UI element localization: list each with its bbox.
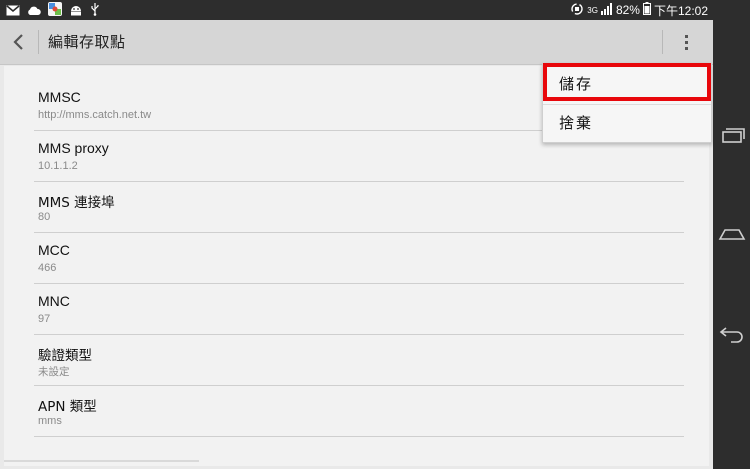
android-icon [69,1,83,20]
field-mms-port[interactable]: MMS 連接埠 80 [34,182,684,233]
recent-apps-icon [717,128,747,154]
field-value: 97 [38,313,51,325]
rotation-lock-icon [570,2,584,19]
action-bar: 編輯存取點 [0,20,713,65]
battery-charging-icon [642,2,651,18]
more-vert-icon [672,35,700,60]
back-arrow-icon [717,327,747,352]
cloud-icon [27,1,41,20]
gmail-icon [6,1,20,20]
field-value: 未設定 [38,366,70,378]
menu-item-discard[interactable]: 捨棄 [543,104,711,141]
field-value: http://mms.catch.net.tw [38,109,152,121]
home-button[interactable] [717,219,747,249]
field-title: MCC [38,242,70,258]
status-bar: 3G 82% 下午12:02 [0,0,750,20]
field-value: 466 [38,262,57,274]
usb-icon [90,1,100,20]
overflow-menu-button[interactable] [672,28,700,56]
signal-icon [600,2,613,18]
back-button[interactable] [4,27,34,57]
back-nav-button[interactable] [717,318,747,348]
field-title: MMSC [38,89,81,105]
notification-icons [6,1,100,20]
field-title: MMS 連接埠 [38,195,115,211]
menu-item-label: 捨棄 [559,114,594,132]
field-value: 10.1.1.2 [38,160,78,172]
network-type: 3G [587,5,598,15]
field-value: 80 [38,211,51,223]
field-mcc[interactable]: MCC 466 [34,233,684,284]
clock: 下午12:02 [653,3,708,18]
overflow-divider [662,30,663,54]
home-icon [717,229,747,253]
maps-icon [48,1,62,20]
battery-percent: 82% [615,3,640,17]
field-title: MMS proxy [38,140,109,156]
field-auth-type[interactable]: 驗證類型 未設定 [34,335,684,386]
page-title: 編輯存取點 [48,33,126,51]
highlight-box [543,63,711,101]
content-divider [4,460,199,462]
field-value: mms [38,415,62,427]
title-divider [38,30,39,54]
field-title: MNC [38,293,70,309]
system-status: 3G 82% 下午12:02 [570,2,708,18]
navigation-bar [713,0,750,469]
chevron-left-icon [4,34,34,61]
field-title: APN 類型 [38,399,97,415]
recent-apps-button[interactable] [717,120,747,150]
field-title: 驗證類型 [38,348,92,364]
field-apn-type[interactable]: APN 類型 mms [34,386,684,437]
field-mnc[interactable]: MNC 97 [34,284,684,335]
